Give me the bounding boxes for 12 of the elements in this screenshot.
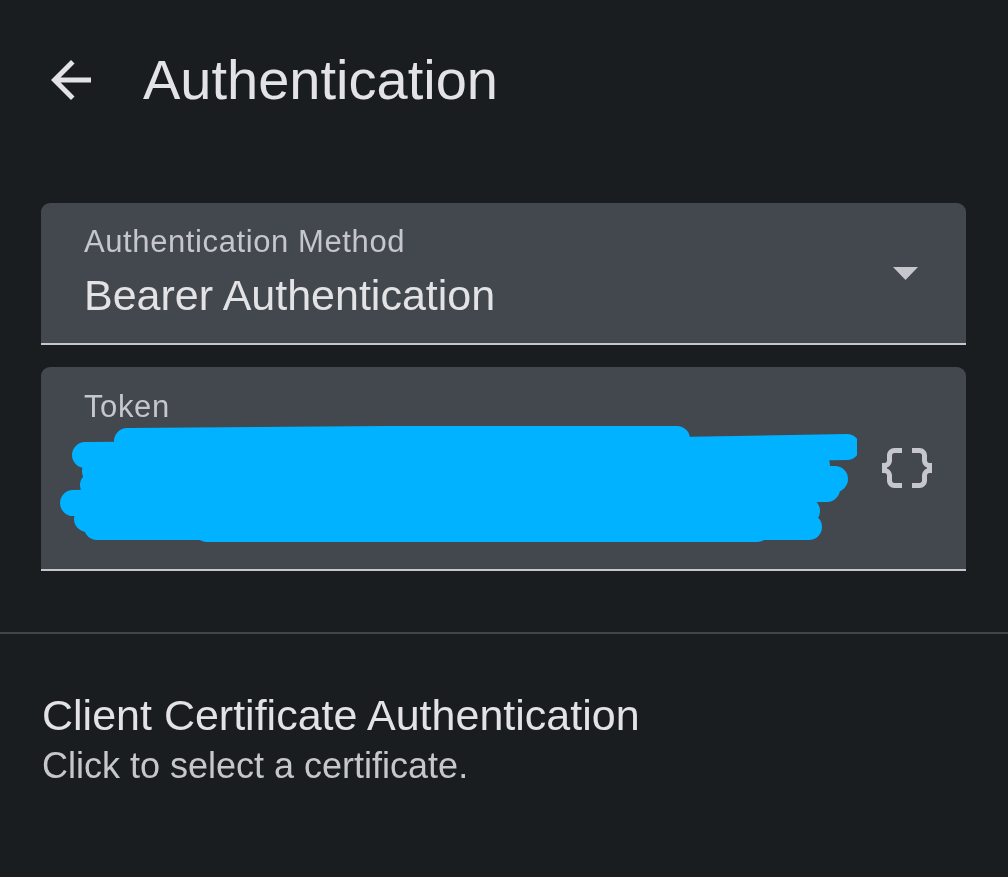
authentication-method-select[interactable]: Authentication Method Bearer Authentication [41, 203, 966, 345]
field-label: Authentication Method [84, 224, 406, 260]
certificate-option-title[interactable]: Client Certificate Authentication [42, 690, 640, 740]
page-title: Authentication [143, 48, 498, 112]
field-label: Token [84, 389, 170, 425]
dropdown-caret-icon [893, 266, 918, 280]
certificate-option-subtitle: Click to select a certificate. [42, 745, 469, 787]
back-button[interactable] [50, 59, 92, 101]
back-arrow-icon [51, 60, 91, 100]
selected-value: Bearer Authentication [84, 270, 496, 320]
braces-icon[interactable] [882, 447, 932, 489]
token-field[interactable]: Token [41, 367, 966, 571]
